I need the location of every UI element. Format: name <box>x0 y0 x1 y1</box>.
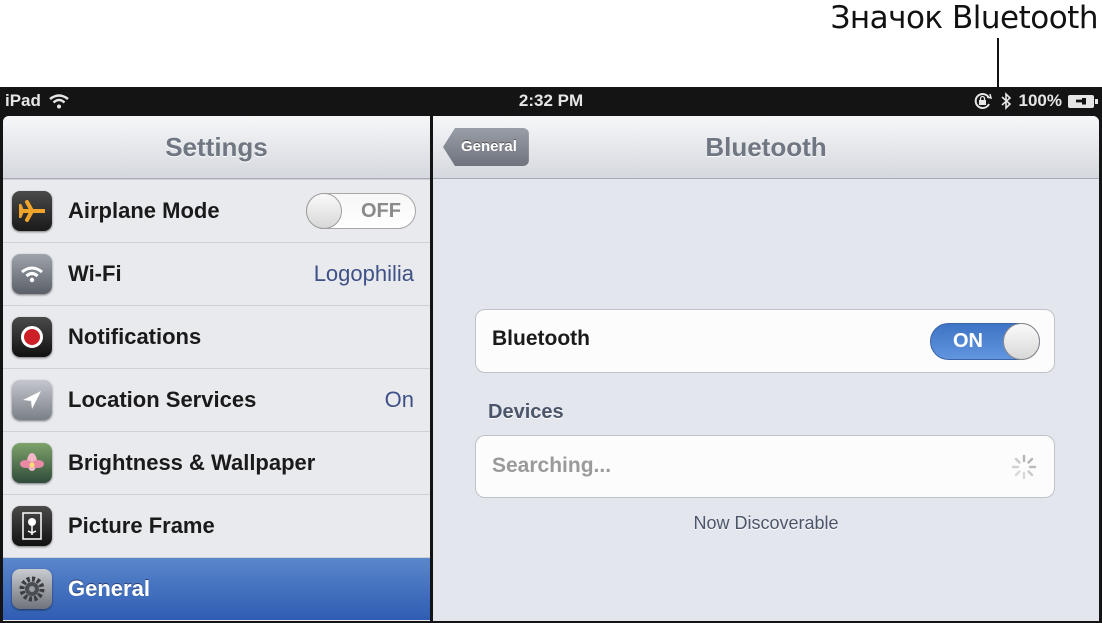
status-time: 2:32 PM <box>518 91 584 110</box>
settings-sidebar: Settings Airplane Mode OFF Wi-Fi Logophi… <box>3 116 430 621</box>
sidebar-item-label: Notifications <box>68 324 202 349</box>
picture-frame-icon <box>12 506 52 546</box>
toggle-state: ON <box>953 330 983 352</box>
bluetooth-toggle[interactable]: ON <box>930 323 1040 360</box>
toggle-knob <box>306 193 342 229</box>
wifi-icon <box>12 254 52 294</box>
airplane-mode-toggle[interactable]: OFF <box>306 193 416 229</box>
airplane-icon <box>12 191 52 231</box>
gear-icon <box>12 569 52 609</box>
back-button-general[interactable]: General <box>443 128 529 166</box>
bluetooth-detail-pane: General Bluetooth Bluetooth ON Devices S… <box>433 116 1099 621</box>
bluetooth-toggle-group: Bluetooth ON <box>475 309 1055 373</box>
sidebar-title: Settings <box>165 132 268 162</box>
sidebar-item-wifi[interactable]: Wi-Fi Logophilia <box>3 242 430 305</box>
detail-title: Bluetooth <box>705 132 827 162</box>
sidebar-item-label: Location Services <box>68 387 257 412</box>
toggle-knob <box>1003 323 1040 360</box>
detail-navbar: General Bluetooth <box>433 116 1099 179</box>
sidebar-item-label: Picture Frame <box>68 513 215 538</box>
rotation-lock-icon <box>974 93 992 109</box>
battery-percent: 100% <box>1018 91 1062 110</box>
sidebar-item-general[interactable]: General <box>3 557 430 620</box>
sidebar-navbar: Settings <box>3 116 430 179</box>
battery-charging-icon <box>1068 94 1098 108</box>
activity-spinner-icon <box>1011 454 1037 480</box>
bluetooth-icon <box>1000 92 1011 110</box>
sidebar-item-label: Brightness & Wallpaper <box>68 450 316 475</box>
wifi-network-value: Logophilia <box>313 261 414 286</box>
status-bar: iPad 2:32 PM 100% <box>0 87 1102 114</box>
ipad-screen: iPad 2:32 PM 100% Settings Airplane Mode… <box>0 87 1102 623</box>
sidebar-item-label: Wi-Fi <box>68 261 122 286</box>
sidebar-item-brightness-wallpaper[interactable]: Brightness & Wallpaper <box>3 431 430 494</box>
discoverable-status: Now Discoverable <box>693 513 839 533</box>
bluetooth-callout-label: Значок Bluetooth <box>830 0 1099 36</box>
sidebar-item-label: Airplane Mode <box>68 198 220 223</box>
searching-label: Searching... <box>492 454 612 477</box>
bluetooth-row-label: Bluetooth <box>492 327 590 350</box>
sidebar-item-location-services[interactable]: Location Services On <box>3 368 430 431</box>
sidebar-item-picture-frame[interactable]: Picture Frame <box>3 494 430 557</box>
location-services-value: On <box>384 387 414 412</box>
sidebar-item-notifications[interactable]: Notifications <box>3 305 430 368</box>
sidebar-item-airplane-mode[interactable]: Airplane Mode OFF <box>3 179 430 242</box>
flower-wallpaper-icon <box>12 443 52 483</box>
toggle-state: OFF <box>361 200 401 222</box>
devices-group: Searching... <box>475 435 1055 498</box>
sidebar-item-label: General <box>68 576 150 601</box>
notifications-icon <box>12 317 52 357</box>
location-arrow-icon <box>12 380 52 420</box>
devices-section-header: Devices <box>488 401 564 423</box>
